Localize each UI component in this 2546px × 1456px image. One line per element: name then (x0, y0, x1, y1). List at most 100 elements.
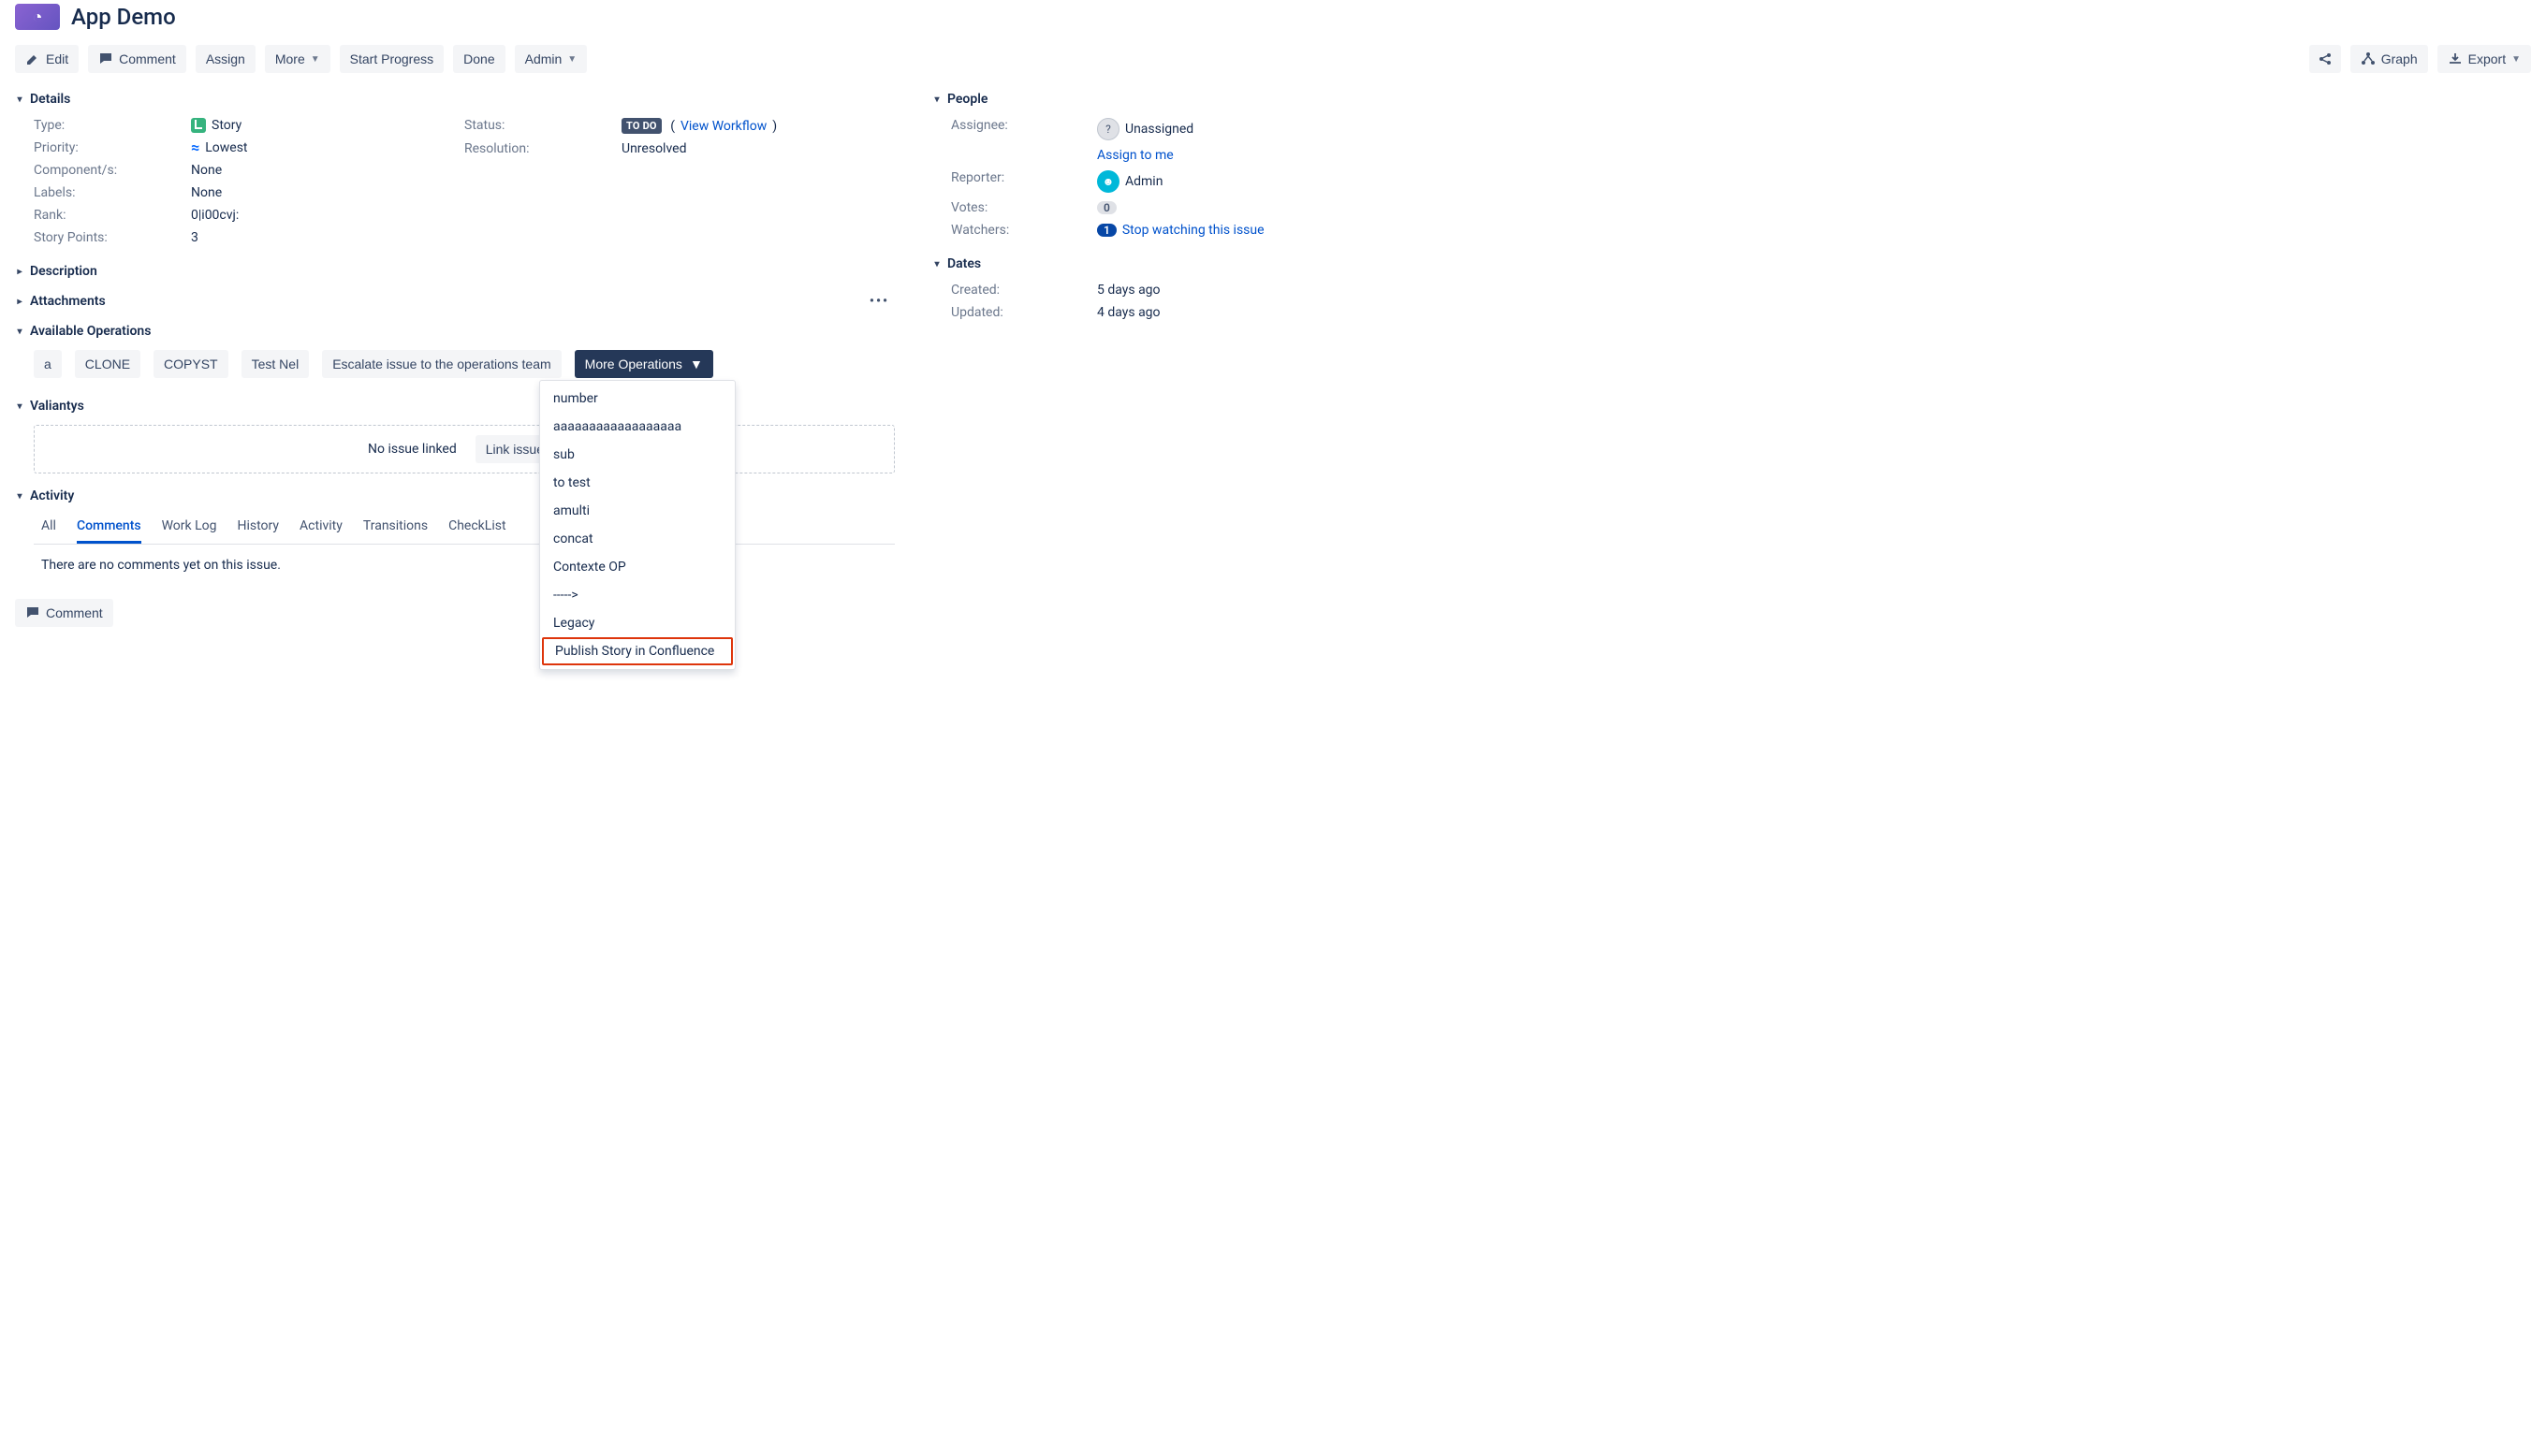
attachments-more-menu[interactable]: ••• (870, 294, 889, 309)
dropdown-item[interactable]: sub (540, 441, 735, 469)
components-label: Component/s: (34, 163, 191, 178)
priority-value: Lowest (205, 140, 247, 155)
more-label: More (275, 51, 305, 66)
share-icon (2318, 51, 2333, 66)
attachments-toggle[interactable]: ▸ Attachments (15, 286, 106, 316)
created-label: Created: (951, 283, 1097, 298)
dropdown-item[interactable]: Legacy (540, 609, 735, 637)
edit-button[interactable]: Edit (15, 45, 79, 73)
labels-label: Labels: (34, 185, 191, 200)
available-ops-toggle[interactable]: ▾ Available Operations (15, 316, 895, 346)
assignee-label: Assignee: (951, 118, 1097, 140)
status-label: Status: (464, 118, 622, 134)
storypoints-value: 3 (191, 230, 464, 245)
page-title: App Demo (71, 4, 176, 30)
op-copyst-button[interactable]: COPYST (154, 350, 228, 378)
chevron-down-icon: ▼ (2511, 54, 2521, 65)
assign-button[interactable]: Assign (196, 45, 256, 73)
comment-label: Comment (119, 51, 176, 66)
dropdown-item[interactable]: -----> (540, 581, 735, 609)
watchers-label: Watchers: (951, 223, 1097, 238)
pencil-icon (25, 51, 40, 66)
reporter-avatar-icon: ☻ (1097, 170, 1119, 193)
people-heading: People (947, 92, 988, 107)
export-button[interactable]: Export ▼ (2437, 45, 2531, 73)
dropdown-item[interactable]: number (540, 385, 735, 413)
op-test-nel-button[interactable]: Test Nel (241, 350, 310, 378)
more-button[interactable]: More ▼ (265, 45, 330, 73)
comment-icon (25, 605, 40, 620)
no-issue-linked-text: No issue linked (368, 442, 457, 457)
dropdown-item[interactable]: to test (540, 469, 735, 497)
votes-badge: 0 (1097, 201, 1117, 214)
done-button[interactable]: Done (453, 45, 505, 73)
dates-heading: Dates (947, 256, 981, 271)
chevron-down-icon: ▾ (15, 491, 24, 502)
priority-label: Priority: (34, 140, 191, 155)
rank-value: 0|i00cvj: (191, 208, 464, 223)
description-toggle[interactable]: ▸ Description (15, 256, 895, 286)
footer-comment-button[interactable]: Comment (15, 599, 113, 627)
attachments-heading: Attachments (30, 294, 106, 309)
resolution-label: Resolution: (464, 141, 622, 156)
available-ops-heading: Available Operations (30, 324, 151, 339)
no-comments-text: There are no comments yet on this issue. (15, 545, 895, 573)
start-progress-button[interactable]: Start Progress (340, 45, 444, 73)
dropdown-item[interactable]: Contexte OP (540, 553, 735, 581)
details-heading: Details (30, 92, 70, 107)
export-label: Export (2468, 51, 2506, 66)
admin-label: Admin (525, 51, 563, 66)
updated-value: 4 days ago (1097, 305, 1372, 320)
description-heading: Description (30, 264, 97, 279)
graph-icon (2361, 51, 2376, 66)
reporter-label: Reporter: (951, 170, 1097, 193)
tab-checklist[interactable]: CheckList (448, 511, 505, 544)
chevron-down-icon: ▾ (15, 327, 24, 337)
dropdown-item[interactable]: concat (540, 525, 735, 553)
type-label: Type: (34, 118, 191, 133)
chevron-right-icon: ▸ (15, 297, 24, 307)
unassigned-avatar-icon: ? (1097, 118, 1119, 140)
op-escalate-button[interactable]: Escalate issue to the operations team (322, 350, 561, 378)
tab-comments[interactable]: Comments (77, 511, 141, 544)
status-badge: TO DO (622, 118, 662, 134)
details-toggle[interactable]: ▾ Details (15, 84, 895, 114)
op-a-button[interactable]: a (34, 350, 62, 378)
type-value: Story (212, 118, 241, 133)
tab-all[interactable]: All (41, 511, 56, 544)
view-workflow-link[interactable]: View Workflow (680, 119, 767, 134)
assignee-value: Unassigned (1125, 122, 1193, 137)
comment-button[interactable]: Comment (88, 45, 186, 73)
tab-transitions[interactable]: Transitions (363, 511, 428, 544)
dropdown-item[interactable]: amulti (540, 497, 735, 525)
graph-button[interactable]: Graph (2350, 45, 2428, 73)
share-button[interactable] (2309, 45, 2341, 73)
admin-button[interactable]: Admin ▼ (515, 45, 588, 73)
watchers-badge: 1 (1097, 224, 1117, 237)
tab-activity[interactable]: Activity (300, 511, 343, 544)
dropdown-item[interactable]: aaaaaaaaaaaaaaaaaa (540, 413, 735, 441)
stop-watching-link[interactable]: Stop watching this issue (1122, 223, 1265, 238)
op-clone-button[interactable]: CLONE (75, 350, 140, 378)
components-value: None (191, 163, 464, 178)
tab-worklog[interactable]: Work Log (162, 511, 217, 544)
chevron-down-icon: ▾ (932, 95, 942, 105)
assign-to-me-link[interactable]: Assign to me (1097, 148, 1174, 163)
story-type-icon (191, 118, 206, 133)
reporter-value: Admin (1125, 174, 1163, 189)
chevron-down-icon: ▼ (690, 357, 703, 371)
dropdown-item-publish[interactable]: Publish Story in Confluence (542, 637, 733, 665)
valiantys-toggle[interactable]: ▾ Valiantys (15, 391, 895, 421)
created-value: 5 days ago (1097, 283, 1372, 298)
people-toggle[interactable]: ▾ People (932, 84, 1372, 114)
activity-toggle[interactable]: ▾ Activity (15, 481, 895, 511)
rank-label: Rank: (34, 208, 191, 223)
chevron-down-icon: ▾ (932, 259, 942, 269)
more-operations-button[interactable]: More Operations ▼ (575, 350, 713, 378)
project-icon: ◔ (15, 4, 60, 30)
dates-toggle[interactable]: ▾ Dates (932, 249, 1372, 279)
updated-label: Updated: (951, 305, 1097, 320)
export-icon (2448, 51, 2463, 66)
tab-history[interactable]: History (238, 511, 280, 544)
chevron-right-icon: ▸ (15, 267, 24, 277)
